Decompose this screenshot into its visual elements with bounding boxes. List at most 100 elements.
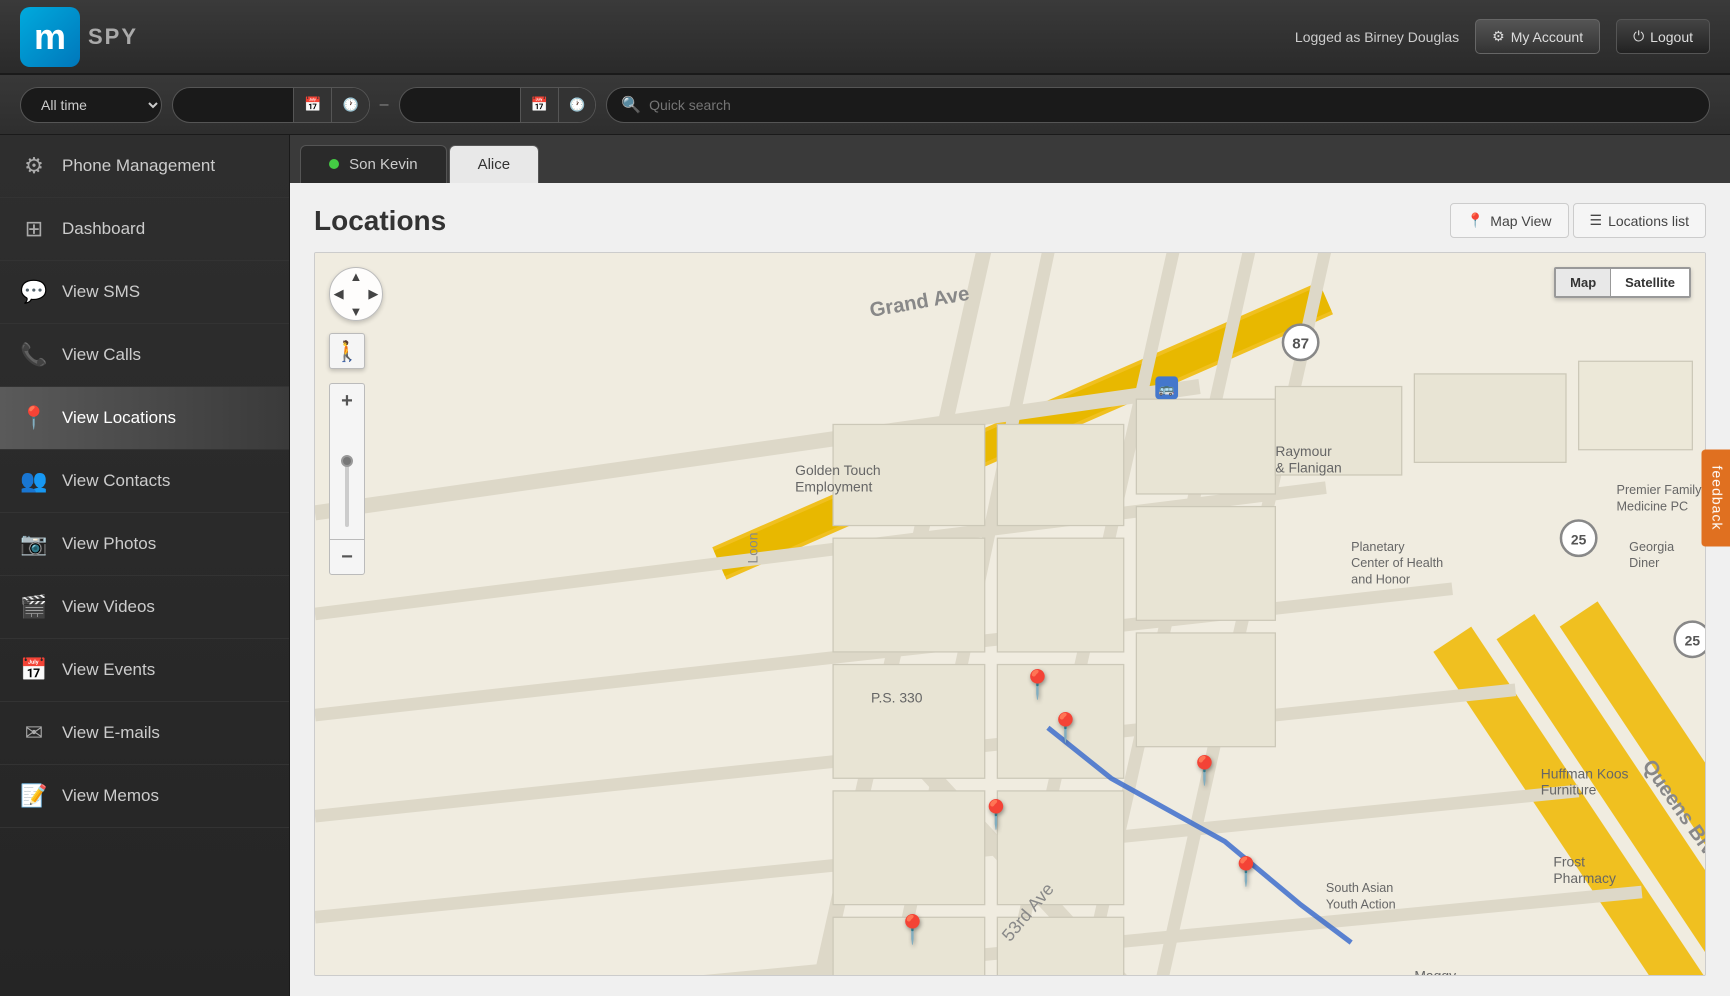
date-from-calendar-button[interactable]: 📅 — [293, 88, 331, 122]
my-account-button[interactable]: ⚙ My Account — [1475, 19, 1600, 54]
sidebar-item-dashboard[interactable]: ⊞ Dashboard — [0, 198, 289, 261]
emails-icon: ✉ — [20, 720, 48, 746]
header-right: Logged as Birney Douglas ⚙ My Account ⏻ … — [1295, 19, 1710, 54]
sidebar-item-phone-management[interactable]: ⚙ Phone Management — [0, 135, 289, 198]
svg-text:Medicine PC: Medicine PC — [1617, 499, 1689, 513]
content-area: Son Kevin Alice Locations 📍 Map View ☰ L… — [290, 135, 1730, 996]
zoom-out-button[interactable]: − — [329, 539, 365, 575]
svg-text:Pharmacy: Pharmacy — [1553, 870, 1616, 886]
svg-text:Loon: Loon — [744, 533, 760, 564]
date-from-group: 📅 🕐 — [172, 87, 370, 123]
sidebar-item-view-calls[interactable]: 📞 View Calls — [0, 324, 289, 387]
date-from-input[interactable] — [173, 91, 293, 118]
svg-text:Youth Action: Youth Action — [1326, 897, 1396, 911]
svg-text:87: 87 — [1292, 336, 1309, 353]
svg-text:& Flanigan: & Flanigan — [1275, 459, 1341, 475]
page-header: Locations 📍 Map View ☰ Locations list — [314, 203, 1706, 238]
map-pegman-button[interactable]: 🚶 — [329, 333, 365, 369]
header: m SPY Logged as Birney Douglas ⚙ My Acco… — [0, 0, 1730, 75]
toolbar: All time Today Yesterday Last 7 days Las… — [0, 75, 1730, 135]
sms-icon: 💬 — [20, 279, 48, 305]
quick-search-container: 🔍 — [606, 87, 1710, 123]
svg-text:Frost: Frost — [1553, 854, 1585, 870]
map-navigation: ▲ ◀ ▶ ▼ — [329, 267, 383, 321]
sidebar-item-view-emails[interactable]: ✉ View E-mails — [0, 702, 289, 765]
location-pin-blue[interactable]: 📍 — [1020, 668, 1055, 701]
date-to-time-button[interactable]: 🕐 — [558, 88, 595, 122]
locations-list-button[interactable]: ☰ Locations list — [1573, 203, 1707, 238]
map-view-type-button[interactable]: Map — [1556, 269, 1610, 296]
page-content: Locations 📍 Map View ☰ Locations list — [290, 183, 1730, 996]
events-icon: 📅 — [20, 657, 48, 683]
svg-text:Furniture: Furniture — [1541, 782, 1597, 798]
logo: m SPY — [20, 7, 138, 67]
location-pin-1[interactable]: 📍 — [1048, 711, 1083, 744]
zoom-in-button[interactable]: + — [329, 383, 365, 419]
svg-text:Employment: Employment — [795, 478, 872, 494]
svg-text:and Honor: and Honor — [1351, 573, 1410, 587]
view-controls: 📍 Map View ☰ Locations list — [1450, 203, 1706, 238]
date-to-input[interactable] — [400, 91, 520, 118]
tab-alice[interactable]: Alice — [449, 145, 540, 183]
contacts-icon: 👥 — [20, 468, 48, 494]
nav-center — [347, 285, 364, 302]
tab-son-kevin[interactable]: Son Kevin — [300, 145, 447, 183]
date-separator: – — [380, 96, 389, 114]
nav-up-left — [330, 268, 347, 285]
sidebar: ⚙ Phone Management ⊞ Dashboard 💬 View SM… — [0, 135, 290, 996]
search-icon: 🔍 — [621, 95, 641, 115]
online-indicator — [329, 159, 339, 169]
sidebar-item-view-memos[interactable]: 📝 View Memos — [0, 765, 289, 828]
sidebar-item-view-videos[interactable]: 🎬 View Videos — [0, 576, 289, 639]
map-pin-icon: 📍 — [1467, 212, 1484, 229]
svg-text:South Asian: South Asian — [1326, 881, 1393, 895]
date-from-time-button[interactable]: 🕐 — [331, 88, 368, 122]
zoom-controls: + − — [329, 383, 365, 575]
videos-icon: 🎬 — [20, 594, 48, 620]
satellite-view-type-button[interactable]: Satellite — [1610, 269, 1689, 296]
svg-text:🚌: 🚌 — [1159, 382, 1175, 396]
nav-down-right — [365, 303, 382, 320]
logged-as-text: Logged as Birney Douglas — [1295, 29, 1459, 45]
location-pin-3[interactable]: 📍 — [979, 798, 1014, 831]
settings-icon: ⚙ — [20, 153, 48, 179]
dashboard-icon: ⊞ — [20, 216, 48, 242]
main-layout: ⚙ Phone Management ⊞ Dashboard 💬 View SM… — [0, 135, 1730, 996]
nav-up-button[interactable]: ▲ — [347, 268, 364, 285]
svg-text:Georgia: Georgia — [1629, 540, 1675, 554]
tabs-bar: Son Kevin Alice — [290, 135, 1730, 183]
page-title: Locations — [314, 205, 446, 237]
svg-text:Planetary: Planetary — [1351, 540, 1405, 554]
map-container[interactable]: Grand Ave 53rd Ave Queens Blvd Queens Bl… — [314, 252, 1706, 976]
logout-button[interactable]: ⏻ Logout — [1616, 19, 1710, 54]
memos-icon: 📝 — [20, 783, 48, 809]
nav-down-button[interactable]: ▼ — [347, 303, 364, 320]
svg-text:25: 25 — [1571, 532, 1587, 548]
logo-text: SPY — [88, 24, 138, 50]
svg-text:25: 25 — [1685, 633, 1701, 649]
power-icon: ⏻ — [1633, 28, 1644, 45]
svg-text:Premier Family: Premier Family — [1617, 483, 1703, 497]
svg-text:Raymour: Raymour — [1275, 443, 1332, 459]
gear-icon: ⚙ — [1492, 28, 1505, 45]
location-pin-4[interactable]: 📍 — [1229, 855, 1264, 888]
svg-text:Huffman Koos: Huffman Koos — [1541, 765, 1629, 781]
nav-left-button[interactable]: ◀ — [330, 285, 347, 302]
sidebar-item-view-events[interactable]: 📅 View Events — [0, 639, 289, 702]
feedback-tab[interactable]: feedback — [1702, 450, 1730, 547]
nav-right-button[interactable]: ▶ — [365, 285, 382, 302]
quick-search-input[interactable] — [649, 97, 1695, 113]
map-view-button[interactable]: 📍 Map View — [1450, 203, 1569, 238]
svg-text:Golden Touch: Golden Touch — [795, 462, 880, 478]
sidebar-item-view-photos[interactable]: 📷 View Photos — [0, 513, 289, 576]
list-icon: ☰ — [1590, 212, 1603, 229]
sidebar-item-view-contacts[interactable]: 👥 View Contacts — [0, 450, 289, 513]
location-pin-5[interactable]: 📍 — [895, 913, 930, 946]
time-filter-select[interactable]: All time Today Yesterday Last 7 days Las… — [20, 87, 162, 123]
sidebar-item-view-locations[interactable]: 📍 View Locations — [0, 387, 289, 450]
sidebar-item-view-sms[interactable]: 💬 View SMS — [0, 261, 289, 324]
location-pin-2[interactable]: 📍 — [1187, 754, 1222, 787]
svg-text:P.S. 330: P.S. 330 — [871, 689, 923, 705]
calls-icon: 📞 — [20, 342, 48, 368]
date-to-calendar-button[interactable]: 📅 — [520, 88, 558, 122]
